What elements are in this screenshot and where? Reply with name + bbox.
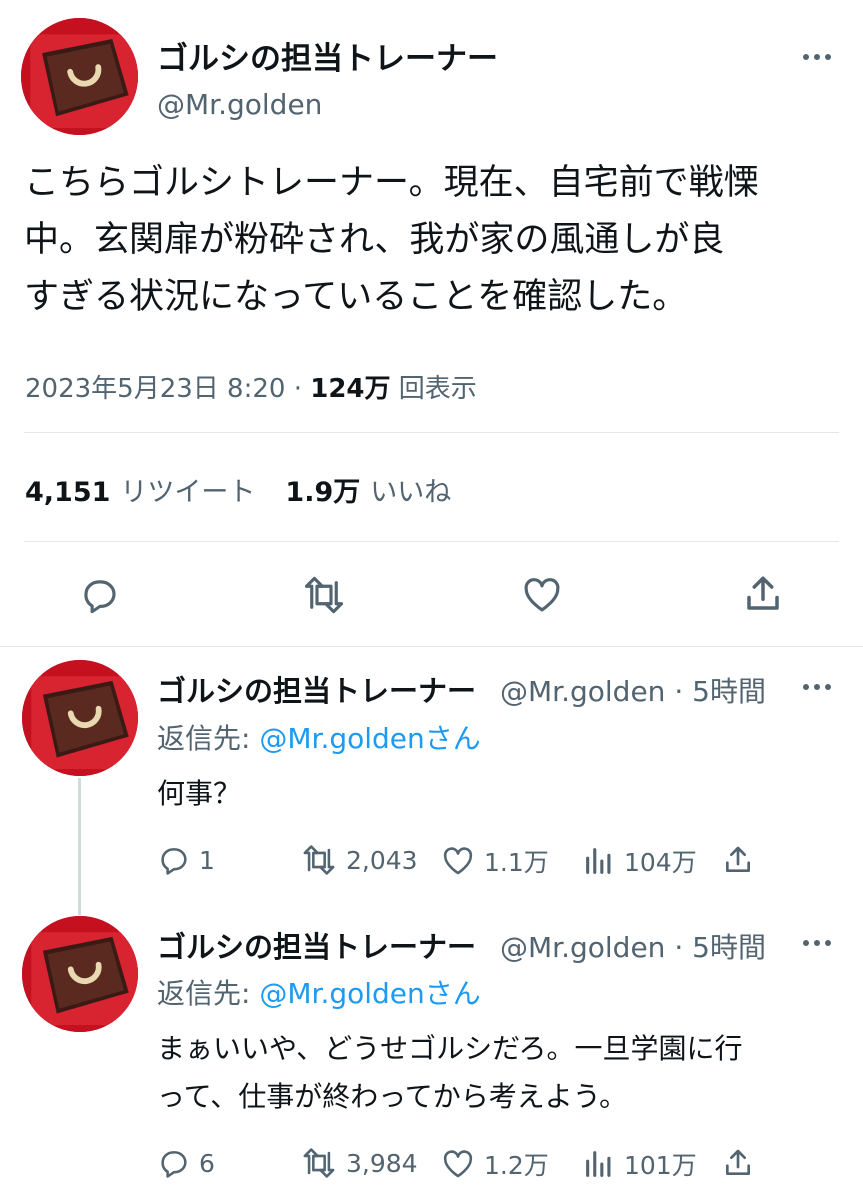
retweets-count: 4,151 bbox=[25, 477, 111, 508]
main-handle[interactable]: @Mr.golden bbox=[157, 88, 322, 121]
reply-to-line: 返信先: @Mr.goldenさん bbox=[157, 972, 481, 1012]
tweet-text-line: 中。玄関扉が粉砕され、我が家の風通しが良 bbox=[24, 220, 725, 260]
share-icon bbox=[726, 1149, 750, 1175]
reply-to-prefix: 返信先: bbox=[157, 722, 260, 755]
reply-text: まぁいいや、どうせゴルシだろ。一旦学園に行 って、仕事が終わってから考えよう。 bbox=[157, 1025, 742, 1121]
reply-handle-time[interactable]: @Mr.golden · 5時間 bbox=[500, 670, 766, 710]
engagement-stats: 4,151 リツイート 1.9万 いいね bbox=[25, 470, 451, 509]
retweets-stat[interactable]: 4,151 リツイート bbox=[25, 477, 255, 508]
reply-to-mention[interactable]: @Mr.goldenさん bbox=[259, 977, 480, 1010]
reply-text-line: って、仕事が終わってから考えよう。 bbox=[157, 1080, 628, 1113]
reply-to-prefix: 返信先: bbox=[157, 977, 260, 1010]
share-icon bbox=[726, 846, 750, 872]
like-action[interactable]: 1.1万 bbox=[440, 843, 549, 879]
reply-icon[interactable] bbox=[78, 574, 122, 616]
main-tweet-text: こちらゴルシトレーナー。現在、自宅前で戦慄 中。玄関扉が粉砕され、我が家の風通し… bbox=[24, 155, 859, 326]
tweet-text-line: すぎる状況になっていることを確認した。 bbox=[24, 277, 688, 317]
view-count: 104万 bbox=[624, 848, 697, 877]
tweet-meta: 2023年5月23日 8:20 · 124万 回表示 bbox=[25, 368, 477, 405]
meta-separator: · bbox=[285, 374, 311, 404]
reply-action[interactable]: 6 bbox=[157, 1146, 215, 1180]
share-action[interactable] bbox=[722, 1146, 762, 1180]
views-count: 124万 bbox=[310, 374, 391, 404]
like-icon[interactable] bbox=[520, 574, 564, 616]
reply-text-line: まぁいいや、どうせゴルシだろ。一旦学園に行 bbox=[157, 1032, 743, 1065]
divider bbox=[24, 541, 839, 542]
analytics-icon bbox=[586, 1151, 611, 1177]
like-count: 1.2万 bbox=[484, 1151, 549, 1180]
tweet-timestamp[interactable]: 2023年5月23日 8:20 bbox=[25, 374, 285, 404]
like-icon bbox=[443, 847, 473, 875]
likes-label: いいね bbox=[370, 477, 452, 508]
retweet-icon bbox=[303, 845, 335, 875]
retweet-icon bbox=[303, 1148, 335, 1178]
horseshoe-emblem-icon bbox=[21, 18, 138, 135]
share-action[interactable] bbox=[722, 843, 762, 877]
reply-icon bbox=[161, 1151, 187, 1178]
main-display-name[interactable]: ゴルシの担当トレーナー bbox=[157, 33, 498, 78]
reply-display-name[interactable]: ゴルシの担当トレーナー bbox=[157, 668, 476, 710]
divider bbox=[0, 646, 863, 647]
views-action[interactable]: 104万 bbox=[582, 843, 697, 879]
reply-action[interactable]: 1 bbox=[157, 843, 215, 877]
like-count: 1.1万 bbox=[484, 848, 549, 877]
more-options-icon[interactable] bbox=[803, 52, 833, 62]
divider bbox=[24, 432, 839, 433]
retweet-action[interactable]: 3,984 bbox=[300, 1146, 418, 1180]
reply-handle-time[interactable]: @Mr.golden · 5時間 bbox=[500, 926, 766, 966]
analytics-icon bbox=[586, 848, 611, 874]
main-avatar[interactable] bbox=[21, 18, 138, 135]
view-count: 101万 bbox=[624, 1151, 697, 1180]
views-label: 回表示 bbox=[390, 374, 477, 404]
horseshoe-emblem-icon bbox=[22, 916, 138, 1032]
reply-to-mention[interactable]: @Mr.goldenさん bbox=[259, 722, 480, 755]
tweet-text-line: こちらゴルシトレーナー。現在、自宅前で戦慄 bbox=[24, 163, 759, 203]
reply-count: 1 bbox=[199, 845, 215, 875]
retweet-count: 2,043 bbox=[346, 845, 418, 875]
share-icon[interactable] bbox=[742, 572, 784, 616]
likes-count: 1.9万 bbox=[285, 477, 361, 508]
reply-count: 6 bbox=[199, 1148, 215, 1178]
thread-connector bbox=[78, 778, 81, 915]
like-icon bbox=[443, 1150, 473, 1178]
retweet-count: 3,984 bbox=[346, 1148, 418, 1178]
reply-icon bbox=[161, 848, 187, 875]
reply-avatar[interactable] bbox=[22, 660, 138, 776]
retweets-label: リツイート bbox=[120, 477, 256, 508]
reply-text: 何事？ bbox=[157, 770, 241, 818]
retweet-action[interactable]: 2,043 bbox=[300, 843, 418, 877]
reply-to-line: 返信先: @Mr.goldenさん bbox=[157, 717, 481, 757]
more-options-icon[interactable] bbox=[803, 938, 833, 948]
horseshoe-emblem-icon bbox=[22, 660, 138, 776]
retweet-icon[interactable] bbox=[300, 574, 348, 616]
likes-stat[interactable]: 1.9万 いいね bbox=[285, 477, 451, 508]
reply-display-name[interactable]: ゴルシの担当トレーナー bbox=[157, 924, 476, 966]
reply-avatar[interactable] bbox=[22, 916, 138, 1032]
more-options-icon[interactable] bbox=[803, 682, 833, 692]
like-action[interactable]: 1.2万 bbox=[440, 1146, 549, 1182]
reply-text-line: 何事？ bbox=[157, 777, 242, 810]
views-action[interactable]: 101万 bbox=[582, 1146, 697, 1182]
